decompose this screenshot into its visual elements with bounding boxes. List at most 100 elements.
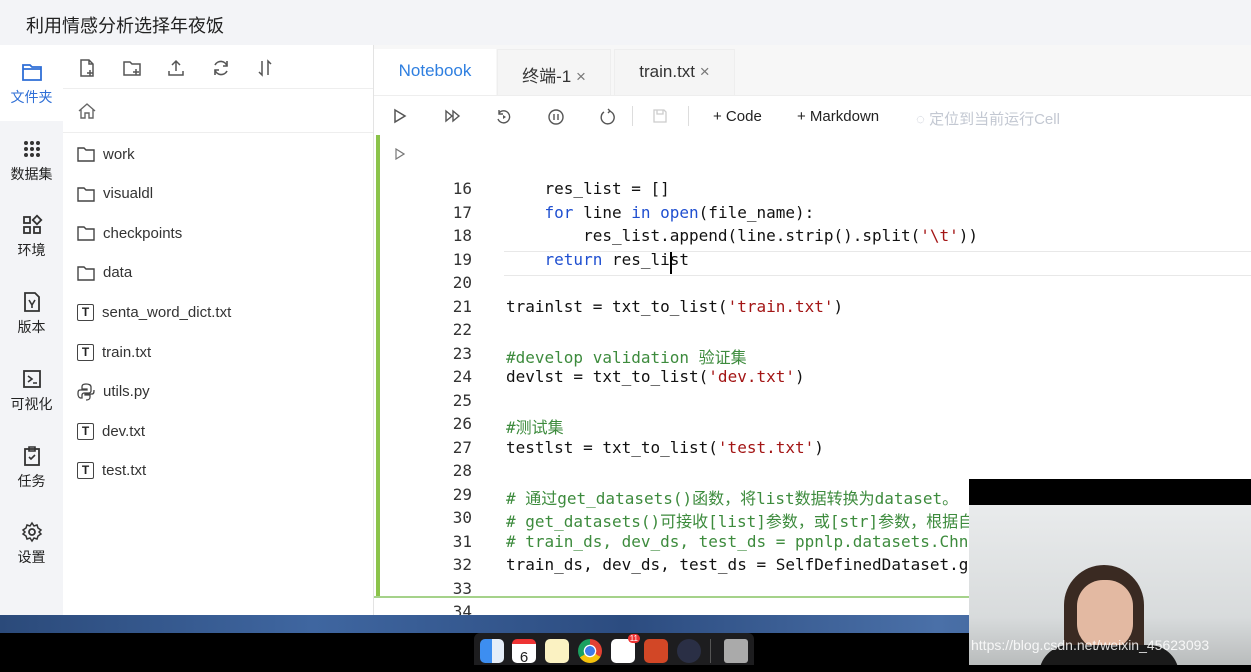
refresh-icon[interactable] bbox=[211, 58, 231, 78]
sort-icon[interactable] bbox=[255, 58, 275, 78]
line-number: 30 bbox=[452, 508, 472, 527]
code-line: 25 bbox=[374, 391, 1251, 414]
file-item[interactable]: Ttest.txt bbox=[77, 460, 146, 482]
line-number: 32 bbox=[452, 555, 472, 574]
code-token: train_ds, dev_ds, test_ds = SelfDefinedD… bbox=[506, 555, 969, 574]
restart-run-icon[interactable] bbox=[495, 108, 513, 126]
dataset-icon bbox=[23, 140, 40, 157]
tab-train-txt[interactable]: train.txt × bbox=[614, 49, 735, 95]
nav-label: 文件夹 bbox=[10, 89, 53, 105]
text-file-icon: T bbox=[77, 462, 94, 480]
finder-icon[interactable] bbox=[480, 639, 504, 663]
upload-icon[interactable] bbox=[166, 58, 186, 78]
file-name: checkpoints bbox=[103, 224, 183, 242]
tab-notebook[interactable]: Notebook bbox=[374, 49, 496, 95]
run-cell-icon[interactable] bbox=[395, 148, 405, 160]
notes-icon[interactable] bbox=[545, 639, 569, 663]
grid-icon bbox=[22, 214, 43, 235]
line-number: 25 bbox=[452, 390, 472, 410]
tab-terminal[interactable]: 终端-1 × bbox=[497, 49, 611, 95]
code-token: ) bbox=[833, 296, 844, 316]
file-panel: work visualdl checkpoints data Tsenta_word_d… bbox=[63, 45, 374, 615]
nav-label: 数据集 bbox=[10, 165, 53, 182]
nav-item[interactable]: 可视化 bbox=[0, 352, 63, 428]
run-icon[interactable] bbox=[393, 108, 407, 124]
nav-item[interactable]: 环境 bbox=[0, 198, 63, 274]
nav-label: 设置 bbox=[17, 549, 46, 566]
new-file-icon[interactable] bbox=[77, 58, 97, 78]
home-icon[interactable] bbox=[77, 101, 97, 121]
file-name: visualdl bbox=[103, 185, 154, 203]
folder-icon bbox=[77, 147, 95, 162]
text-file-icon: T bbox=[77, 303, 94, 321]
file-name: utils.py bbox=[103, 383, 150, 401]
code-line: 17 for line in open(file_name): bbox=[374, 203, 1251, 226]
interrupt-icon[interactable] bbox=[547, 108, 565, 126]
divider bbox=[632, 106, 633, 126]
file-toolbar bbox=[63, 45, 373, 89]
file-name: dev.txt bbox=[102, 422, 146, 440]
new-folder-icon[interactable] bbox=[122, 58, 142, 78]
target-icon: ◌ bbox=[916, 111, 925, 128]
file-item[interactable]: work bbox=[77, 143, 135, 165]
code-text: trainlst = txt_to_list('train.txt') bbox=[506, 297, 843, 316]
restart-icon[interactable] bbox=[599, 108, 617, 126]
chrome-icon[interactable] bbox=[578, 639, 602, 663]
line-number: 31 bbox=[452, 531, 472, 551]
calendar-day: 6 bbox=[519, 649, 529, 666]
code-text: #develop validation 验证集 bbox=[506, 344, 747, 368]
locate-running-cell-button[interactable]: ◌ 定位到当前运行Cell bbox=[916, 108, 1060, 129]
file-item[interactable]: checkpoints bbox=[77, 222, 182, 244]
nav-item[interactable]: 文件夹 bbox=[0, 45, 63, 121]
close-icon[interactable]: × bbox=[700, 62, 710, 81]
code-text: res_list.append(line.strip().split('\t')… bbox=[506, 226, 978, 245]
code-text: # train_ds, dev_ds, test_ds = ppnlp.data… bbox=[506, 532, 968, 551]
powerpoint-icon[interactable] bbox=[644, 639, 668, 663]
code-line: 19 return res_list bbox=[374, 250, 1251, 273]
file-name: test.txt bbox=[102, 462, 147, 480]
code-token: )) bbox=[958, 226, 979, 245]
nav-item[interactable]: 设置 bbox=[0, 505, 63, 581]
line-number: 23 bbox=[452, 343, 472, 363]
line-number: 33 bbox=[452, 578, 472, 598]
line-number: 19 bbox=[452, 249, 472, 269]
nav-item[interactable]: 数据集 bbox=[0, 122, 63, 198]
add-markdown-button[interactable]: + Markdown bbox=[797, 108, 879, 125]
file-item[interactable]: Tdev.txt bbox=[77, 420, 145, 442]
code-text: testlst = txt_to_list('test.txt') bbox=[506, 438, 824, 457]
file-item[interactable]: Ttrain.txt bbox=[77, 341, 151, 363]
code-token: for bbox=[544, 202, 574, 222]
code-token: #develop validation 验证集 bbox=[506, 347, 747, 367]
watermark: https://blog.csdn.net/weixin_45623093 bbox=[971, 637, 1210, 653]
close-icon[interactable]: × bbox=[576, 67, 586, 86]
breadcrumb-home[interactable] bbox=[63, 89, 373, 133]
nav-item[interactable]: 版本 bbox=[0, 275, 63, 351]
line-number: 22 bbox=[452, 320, 472, 339]
calendar-icon[interactable]: 6 bbox=[512, 639, 536, 666]
messaging-icon[interactable]: 11 bbox=[611, 634, 640, 663]
code-token: 'dev.txt' bbox=[708, 367, 795, 386]
line-number: 18 bbox=[452, 226, 472, 245]
file-item[interactable]: visualdl bbox=[77, 183, 153, 205]
divider bbox=[688, 106, 689, 126]
file-item[interactable]: utils.py bbox=[77, 381, 150, 403]
code-token: # 通过get_datasets()函数，将list数据转换为dataset。 bbox=[506, 488, 959, 508]
line-number: 28 bbox=[452, 461, 472, 480]
code-line: 24 devlst = txt_to_list('dev.txt') bbox=[374, 367, 1251, 390]
code-line: 26 #测试集 bbox=[374, 414, 1251, 437]
line-number: 16 bbox=[452, 179, 472, 198]
save-icon[interactable] bbox=[652, 108, 668, 124]
file-item[interactable]: data bbox=[77, 262, 132, 284]
add-code-button[interactable]: + Code bbox=[713, 108, 762, 125]
tab-label: train.txt bbox=[639, 62, 696, 81]
trash-icon[interactable] bbox=[724, 639, 748, 663]
obs-icon[interactable] bbox=[677, 639, 701, 663]
file-item[interactable]: Tsenta_word_dict.txt bbox=[77, 301, 231, 323]
nav-item[interactable]: 任务 bbox=[0, 429, 63, 505]
run-all-icon[interactable] bbox=[444, 108, 462, 124]
file-name: data bbox=[103, 264, 133, 282]
line-number: 17 bbox=[452, 202, 472, 222]
